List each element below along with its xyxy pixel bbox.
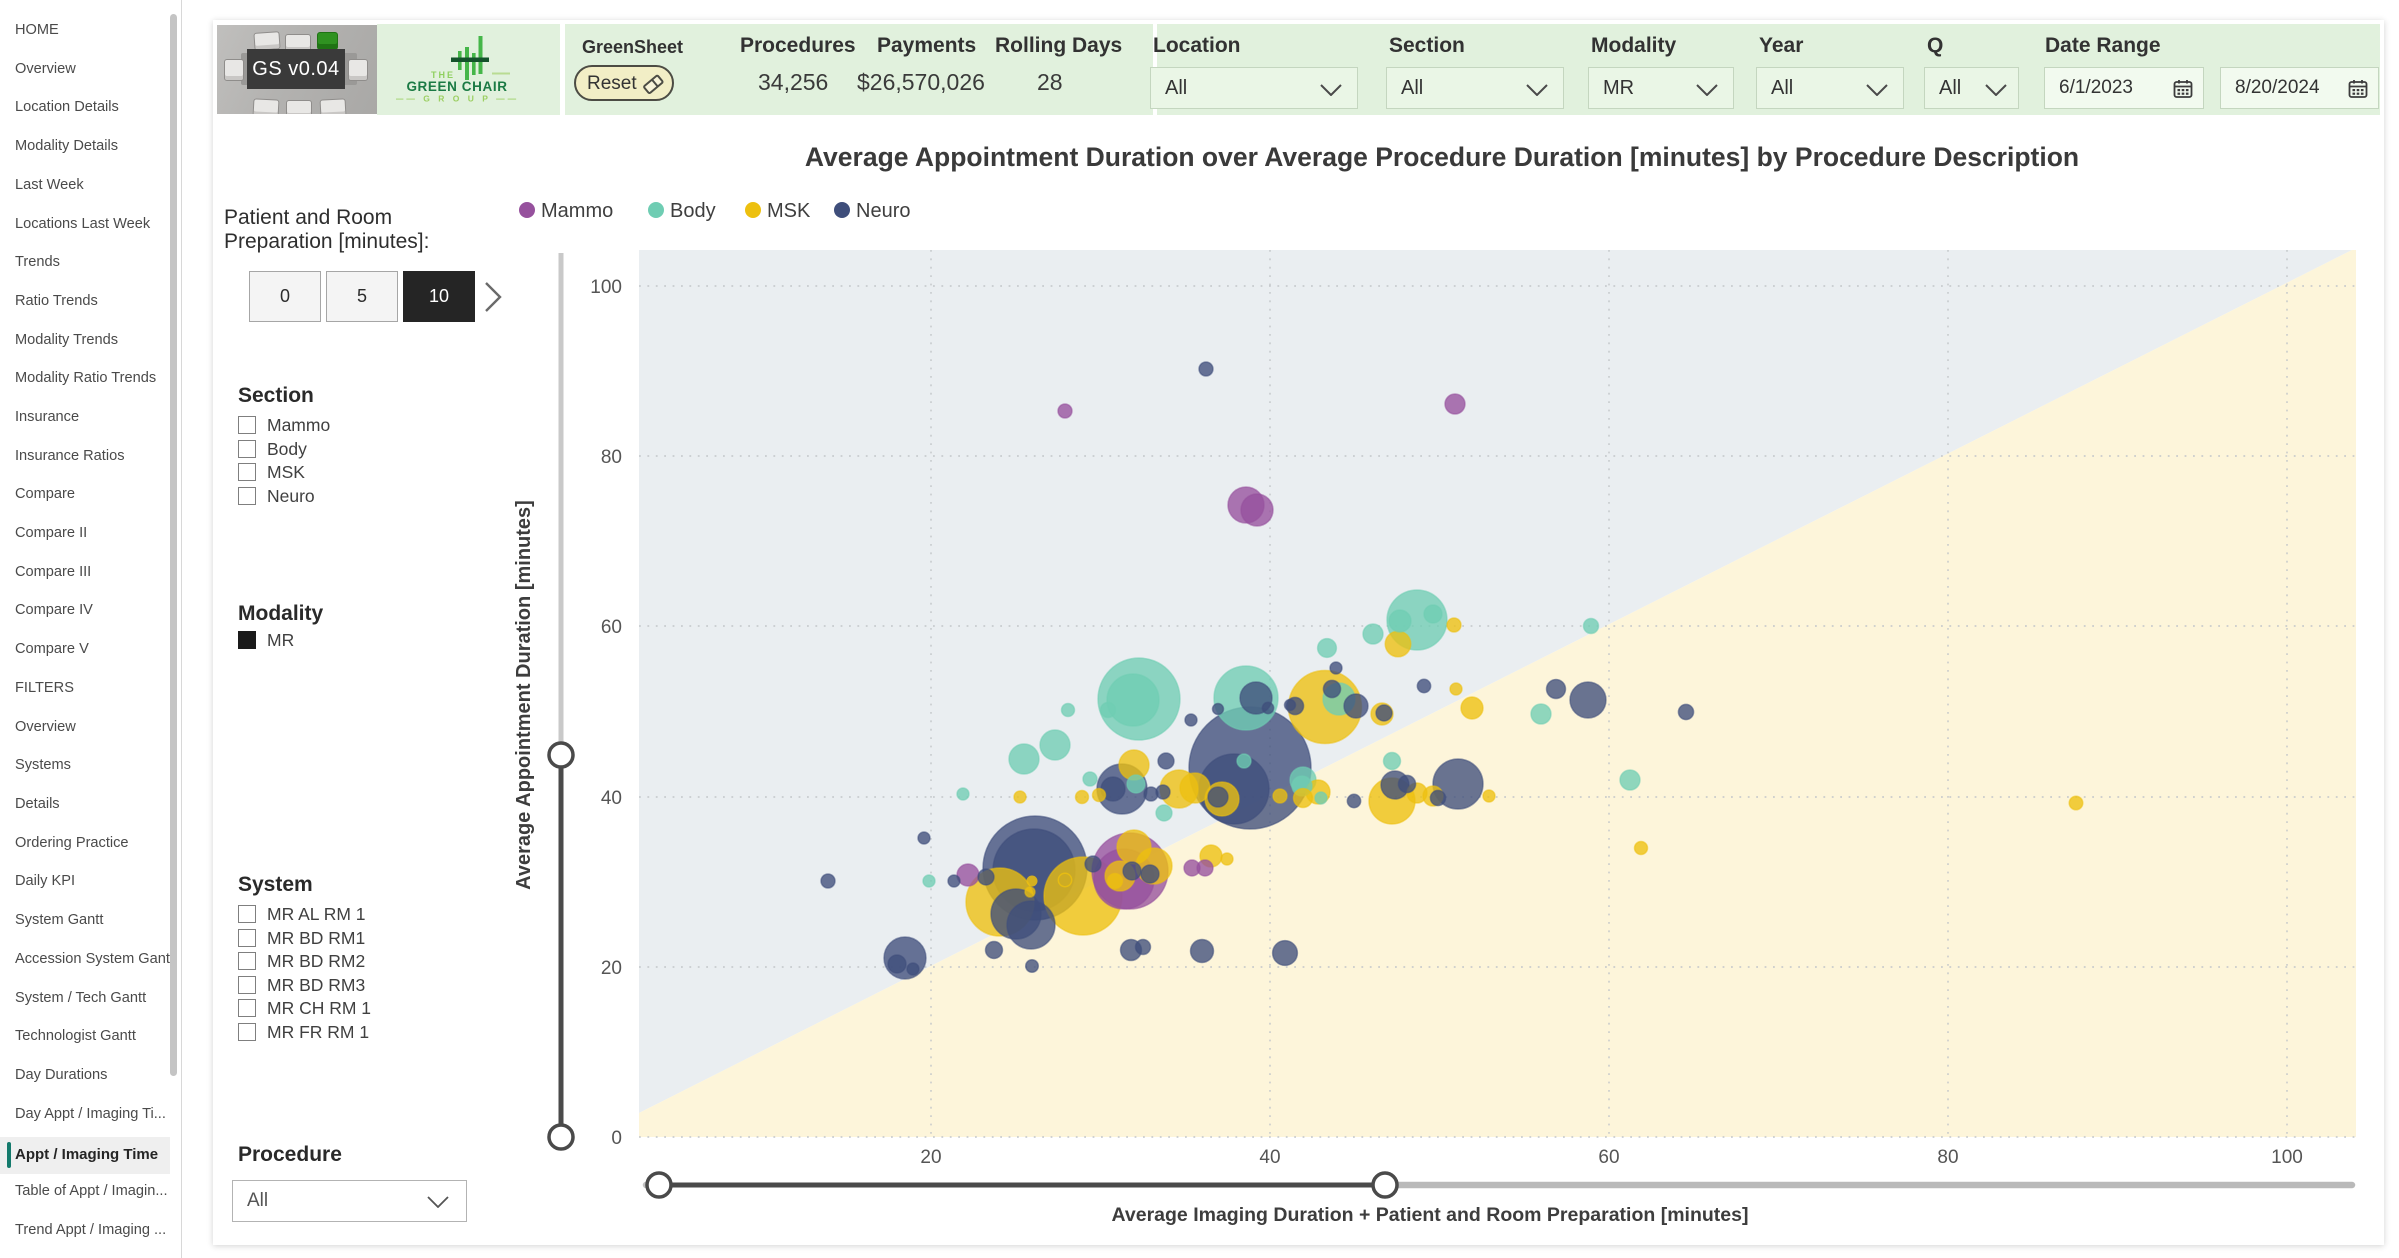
svg-text:40: 40 [601, 788, 622, 809]
svg-text:80: 80 [601, 447, 622, 468]
svg-text:60: 60 [1598, 1147, 1619, 1168]
svg-text:20: 20 [920, 1147, 941, 1168]
svg-text:Neuro: Neuro [856, 200, 910, 222]
svg-text:Mammo: Mammo [541, 200, 613, 222]
svg-text:MSK: MSK [767, 200, 811, 222]
svg-text:100: 100 [590, 277, 622, 298]
svg-text:40: 40 [1259, 1147, 1280, 1168]
svg-text:Average Appointment Duration o: Average Appointment Duration over Averag… [805, 142, 2079, 172]
svg-text:Average Appointment Duration [: Average Appointment Duration [minutes] [513, 500, 535, 890]
svg-text:100: 100 [2271, 1147, 2303, 1168]
svg-text:Average Imaging Duration + Pat: Average Imaging Duration + Patient and R… [1112, 1204, 1749, 1226]
svg-text:0: 0 [611, 1128, 622, 1149]
svg-text:Body: Body [670, 200, 716, 222]
svg-text:80: 80 [1937, 1147, 1958, 1168]
svg-text:20: 20 [601, 958, 622, 979]
svg-text:60: 60 [601, 617, 622, 638]
